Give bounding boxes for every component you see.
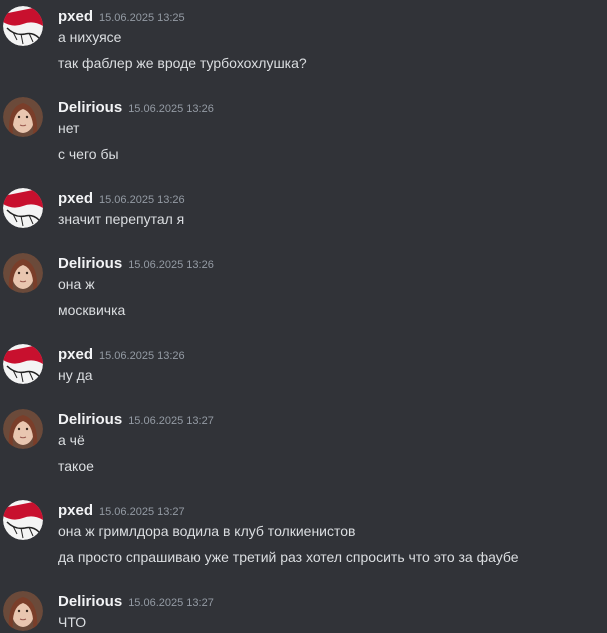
message-header: Delirious 15.06.2025 13:26 [58,97,214,119]
message-header: Delirious 15.06.2025 13:27 [58,409,214,431]
message-header: pxed 15.06.2025 13:27 [58,500,185,522]
timestamp: 15.06.2025 13:25 [99,12,185,24]
message-text: а нихуясе [58,29,122,45]
message-text: она ж [58,276,95,292]
message-text: нет [58,120,80,136]
avatar[interactable] [3,344,43,384]
username[interactable]: pxed [58,502,93,519]
message-header: Delirious 15.06.2025 13:27 [58,591,214,613]
message-text: москвичка [58,302,126,318]
message-text: ну да [58,367,93,383]
username[interactable]: pxed [58,190,93,207]
message-header: pxed 15.06.2025 13:26 [58,344,185,366]
avatar[interactable] [3,253,43,293]
timestamp: 15.06.2025 13:26 [128,103,214,115]
avatar[interactable] [3,500,43,540]
avatar[interactable] [3,97,43,137]
username[interactable]: Delirious [58,99,122,116]
timestamp: 15.06.2025 13:27 [128,597,214,609]
message-header: pxed 15.06.2025 13:26 [58,188,185,210]
timestamp: 15.06.2025 13:27 [99,506,185,518]
timestamp: 15.06.2025 13:27 [128,415,214,427]
message-list: pxed 15.06.2025 13:25 а нихуясе так фабле… [0,0,607,633]
message-text: так фаблер же вроде турбохохлушка? [58,55,307,71]
message-text: да просто спрашиваю уже третий раз хотел… [58,549,519,565]
username[interactable]: Delirious [58,411,122,428]
username[interactable]: pxed [58,8,93,25]
message-text: значит перепутал я [58,211,185,227]
message-text: такое [58,458,94,474]
message-text: она ж гримлдора водила в клуб толкиенист… [58,523,356,539]
timestamp: 15.06.2025 13:26 [99,350,185,362]
message-header: pxed 15.06.2025 13:25 [58,6,185,28]
message-header: Delirious 15.06.2025 13:26 [58,253,214,275]
avatar[interactable] [3,188,43,228]
message-text: ЧТО [58,614,87,630]
avatar[interactable] [3,409,43,449]
message-text: с чего бы [58,146,119,162]
username[interactable]: Delirious [58,255,122,272]
username[interactable]: Delirious [58,593,122,610]
avatar[interactable] [3,591,43,631]
message-text: а чё [58,432,85,448]
timestamp: 15.06.2025 13:26 [128,259,214,271]
username[interactable]: pxed [58,346,93,363]
timestamp: 15.06.2025 13:26 [99,194,185,206]
avatar[interactable] [3,6,43,46]
